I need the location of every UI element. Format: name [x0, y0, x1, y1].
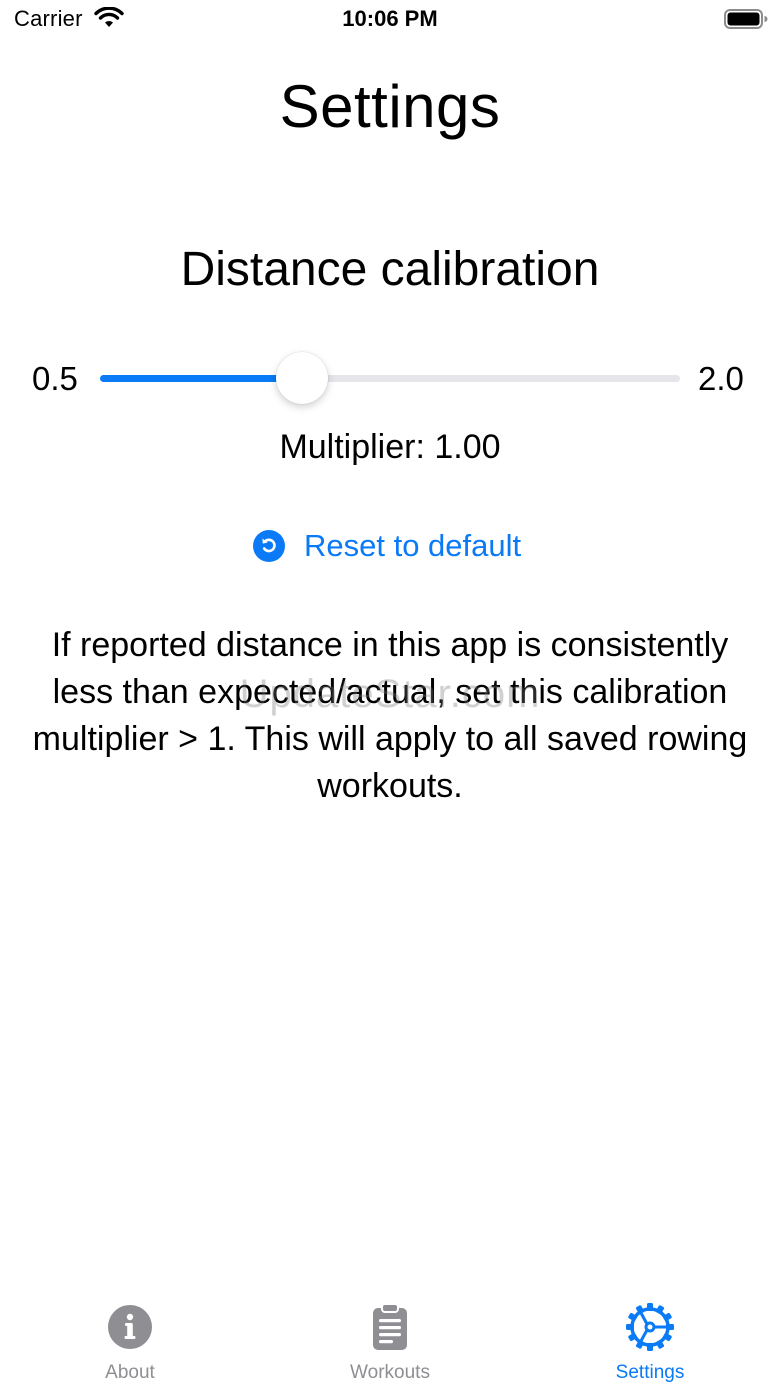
- clock: 10:06 PM: [342, 6, 438, 31]
- status-bar: Carrier 10:06 PM: [0, 0, 780, 40]
- battery-icon: [724, 9, 768, 29]
- reset-to-default-button[interactable]: Reset to default: [252, 526, 521, 566]
- tab-workouts-label: Workouts: [350, 1362, 430, 1383]
- reset-label: Reset to default: [304, 528, 522, 563]
- watermark: UpdateStar.com: [239, 672, 541, 716]
- info-icon: [108, 1305, 152, 1349]
- tab-workouts[interactable]: Workouts: [290, 1290, 490, 1387]
- slider-thumb[interactable]: [276, 352, 328, 404]
- slider-fill: [100, 375, 302, 382]
- reset-icon: [253, 530, 285, 562]
- multiplier-value: Multiplier: 1.00: [279, 428, 501, 466]
- tab-settings[interactable]: Settings: [550, 1290, 750, 1387]
- clipboard-icon: [373, 1303, 407, 1350]
- page-title: Settings: [279, 73, 501, 140]
- tab-bar: About Workouts Settings: [0, 1290, 780, 1387]
- tab-settings-label: Settings: [615, 1362, 685, 1383]
- tab-about-label: About: [105, 1362, 155, 1383]
- settings-screen: Carrier 10:06 PM Settings Distance calib…: [0, 0, 780, 1387]
- slider-min-label: 0.5: [32, 360, 78, 397]
- tab-about[interactable]: About: [30, 1290, 230, 1387]
- calibration-slider[interactable]: [100, 352, 680, 404]
- gear-icon: [626, 1303, 674, 1351]
- distance-calibration-heading: Distance calibration: [180, 243, 600, 296]
- slider-max-label: 2.0: [698, 360, 744, 397]
